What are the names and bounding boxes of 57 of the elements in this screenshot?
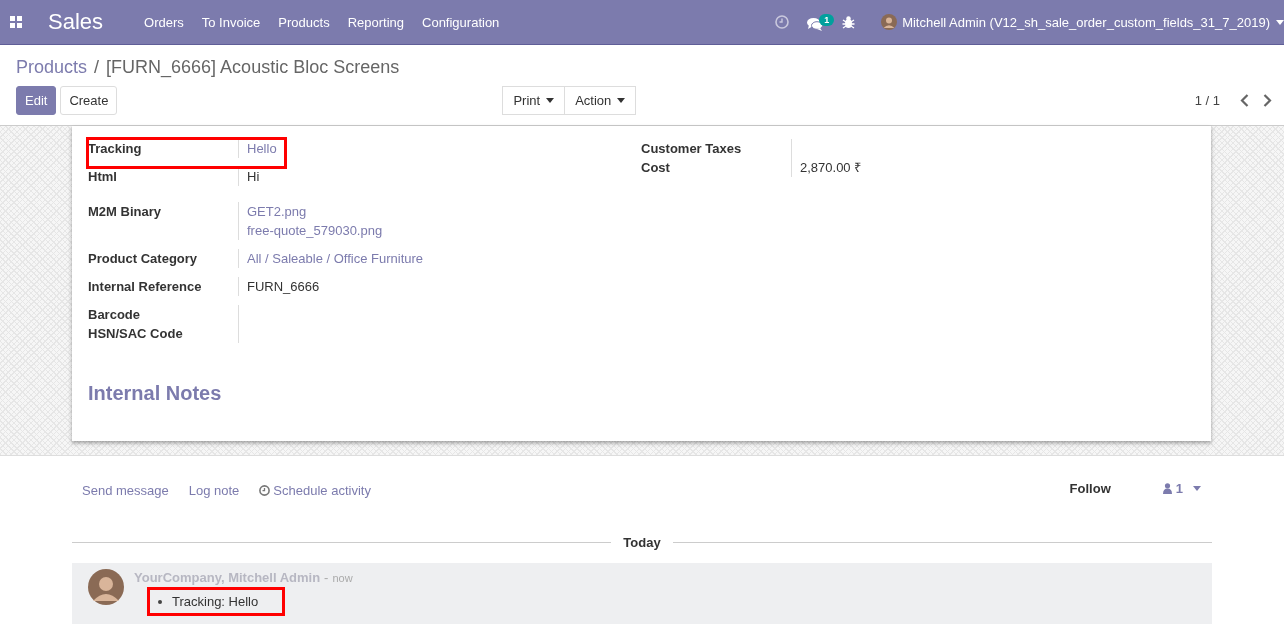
field-value: FURN_6666 xyxy=(247,278,320,296)
previous-icon[interactable] xyxy=(1240,94,1249,107)
edit-button[interactable]: Edit xyxy=(16,86,57,115)
dropdown-button[interactable]: Print xyxy=(502,86,566,115)
field-value: 2,870.00 ₹ xyxy=(800,159,862,177)
caret-icon xyxy=(546,98,555,103)
date-divider-label: Today xyxy=(622,534,662,550)
caret-icon xyxy=(617,98,626,103)
schedule-activity-link[interactable]: Schedule activity xyxy=(259,482,371,498)
menu-item[interactable]: Configuration xyxy=(413,14,509,30)
tracking-value-text: Tracking: Hello xyxy=(172,594,259,609)
record-title: [FURN_6666] Acoustic Bloc Screens xyxy=(106,57,400,78)
chatter-action-link[interactable]: Log note xyxy=(188,482,240,498)
field-link[interactable]: Hello xyxy=(247,139,277,158)
dropdown-button[interactable]: Action xyxy=(565,86,637,115)
field-link[interactable]: free-quote_579030.png xyxy=(247,221,383,240)
field-link[interactable]: GET2.png xyxy=(247,202,383,221)
avatar-icon xyxy=(88,569,124,605)
field-label: Tracking xyxy=(88,139,239,158)
breadcrumb-separator: / xyxy=(94,57,100,78)
field-label: M2M Binary xyxy=(88,202,239,240)
menu-item[interactable]: Reporting xyxy=(338,14,413,30)
field-label: Internal Reference xyxy=(88,277,239,296)
caret-icon xyxy=(1193,485,1201,491)
menu-item[interactable]: Orders xyxy=(135,14,193,30)
menu-item[interactable]: To Invoice xyxy=(192,14,270,30)
field-label: Cost xyxy=(641,158,792,177)
field-link[interactable]: All / Saleable / Office Furniture xyxy=(247,249,424,268)
clock-icon[interactable] xyxy=(775,15,790,29)
apps-menu-icon[interactable] xyxy=(10,16,22,28)
app-title: Sales xyxy=(48,9,104,35)
field-label: Barcode xyxy=(88,305,239,324)
field-value: Hi xyxy=(247,168,260,186)
bug-icon[interactable] xyxy=(842,15,856,29)
section-title: Internal Notes xyxy=(88,382,223,405)
clock-icon xyxy=(259,484,271,496)
chatter-action-link[interactable]: Send message xyxy=(82,482,169,498)
next-icon[interactable] xyxy=(1263,94,1272,107)
message-author: YourCompany, Mitchell Admin xyxy=(134,570,321,585)
message-count-badge: 1 xyxy=(819,13,835,26)
breadcrumb-link[interactable]: Products xyxy=(16,57,88,78)
caret-icon xyxy=(1276,19,1284,25)
message-time: now xyxy=(332,572,353,584)
field-label: Product Category xyxy=(88,249,239,268)
pager-counter: 1 / 1 xyxy=(1194,93,1220,108)
user-menu[interactable]: Mitchell Admin (V12_sh_sale_order_custom_fields_31_7_2019) xyxy=(881,14,1284,30)
field-label: Customer Taxes xyxy=(641,139,792,158)
avatar-icon xyxy=(881,14,898,30)
field-label: Html xyxy=(88,167,239,186)
followers-button[interactable]: 1 xyxy=(1156,479,1207,497)
person-icon xyxy=(1162,482,1172,494)
bullet-icon xyxy=(158,599,162,604)
menu-item[interactable]: Products xyxy=(269,14,339,30)
separator-dash: - xyxy=(324,570,329,585)
create-button[interactable]: Create xyxy=(60,86,118,115)
follow-button[interactable]: Follow xyxy=(1063,479,1117,497)
field-label: HSN/SAC Code xyxy=(88,324,239,343)
